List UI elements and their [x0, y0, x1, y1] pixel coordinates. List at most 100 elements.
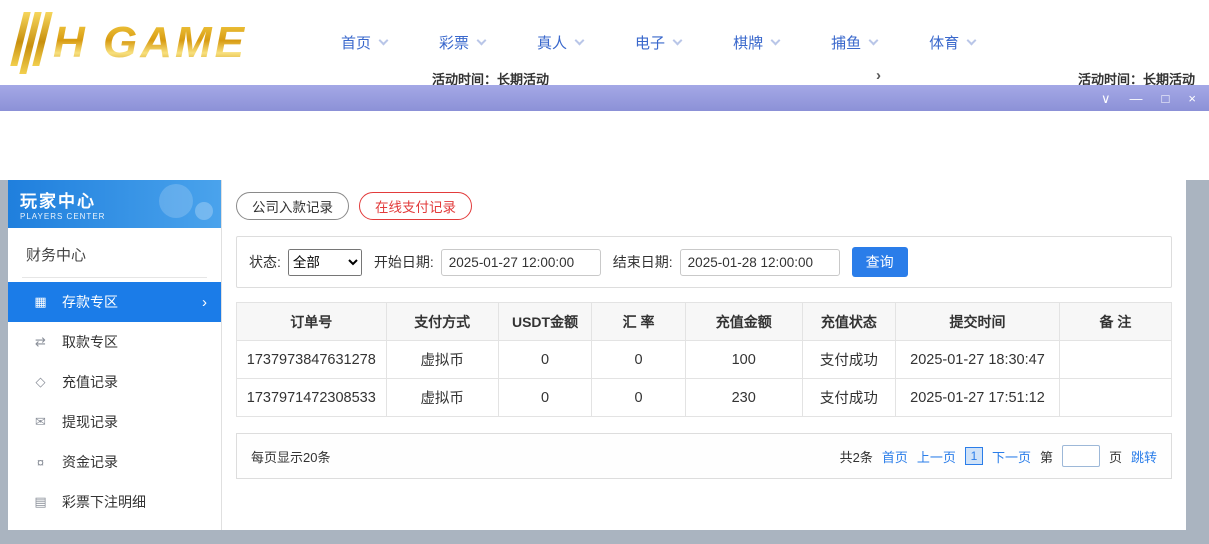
status-select[interactable]: 全部	[288, 249, 362, 276]
cell-rate: 0	[592, 341, 686, 379]
tab-button[interactable]: 在线支付记录	[359, 192, 472, 220]
chevron-down-icon	[575, 36, 585, 46]
logo-text: H GAME	[53, 18, 247, 68]
table-header-cell: 订单号	[237, 303, 387, 341]
sidebar-item-label: 彩票下注明细	[62, 492, 207, 512]
table-row: 1737971472308533 虚拟币 0 0 230 支付成功 2025-0…	[237, 379, 1172, 417]
nav-item-label: 电子	[635, 32, 665, 53]
prev-page-link[interactable]: 上一页	[917, 447, 956, 466]
sidebar-item-icon: ◇	[32, 374, 49, 390]
nav-item[interactable]: 捕鱼	[831, 32, 877, 53]
chevron-down-icon	[379, 36, 389, 46]
nav-item[interactable]: 棋牌	[733, 32, 779, 53]
logo-bars-icon	[8, 12, 52, 74]
sidebar-item-label: 提现记录	[62, 412, 207, 432]
chevron-down-icon	[771, 36, 781, 46]
next-page-link[interactable]: 下一页	[992, 447, 1031, 466]
sidebar-item[interactable]: ◇ 充值记录	[8, 362, 221, 402]
nav-item-label: 彩票	[439, 32, 469, 53]
content-frame: 玩家中心 PLAYERS CENTER 财务中心 ▦ 存款专区 › ⇄ 取款专区…	[0, 180, 1209, 544]
sidebar-item[interactable]: ▤ 彩票下注明细	[8, 482, 221, 522]
chevron-down-icon	[869, 36, 879, 46]
cell-amount: 100	[685, 341, 802, 379]
table-header-row: 订单号支付方式USDT金额汇 率充值金额充值状态提交时间备 注	[237, 303, 1172, 341]
sidebar-item-icon: ✉	[32, 414, 49, 430]
sidebar-item[interactable]: ¤ 资金记录	[8, 442, 221, 482]
window-close-icon[interactable]: ×	[1188, 92, 1196, 105]
jump-link[interactable]: 跳转	[1131, 447, 1157, 466]
query-button[interactable]: 查询	[852, 247, 908, 277]
table-header-cell: 提交时间	[896, 303, 1060, 341]
chevron-right-icon: ›	[202, 294, 207, 311]
tab-button[interactable]: 公司入款记录	[236, 192, 349, 220]
sidebar-header: 玩家中心 PLAYERS CENTER	[8, 180, 221, 228]
table-header-cell: 支付方式	[386, 303, 498, 341]
start-date-label: 开始日期:	[374, 252, 434, 272]
cell-submit-time: 2025-01-27 18:30:47	[896, 341, 1060, 379]
cell-remark	[1059, 341, 1171, 379]
nav-item-label: 真人	[537, 32, 567, 53]
jump-label-pre: 第	[1040, 447, 1053, 466]
sidebar-item-icon: ▦	[32, 294, 49, 310]
table-header-cell: 备 注	[1059, 303, 1171, 341]
table-header-cell: 充值状态	[802, 303, 896, 341]
nav-item-label: 捕鱼	[831, 32, 861, 53]
jump-label-post: 页	[1109, 447, 1122, 466]
cell-amount: 230	[685, 379, 802, 417]
table-header-cell: 汇 率	[592, 303, 686, 341]
cell-submit-time: 2025-01-27 17:51:12	[896, 379, 1060, 417]
sidebar-item[interactable]: ✉ 提现记录	[8, 402, 221, 442]
sidebar-item-icon: ⇄	[32, 334, 49, 350]
player-center-panel: 玩家中心 PLAYERS CENTER 财务中心 ▦ 存款专区 › ⇄ 取款专区…	[8, 180, 1186, 530]
table-body: 1737973847631278 虚拟币 0 0 100 支付成功 2025-0…	[237, 341, 1172, 417]
nav-item[interactable]: 体育	[929, 32, 975, 53]
end-date-input[interactable]	[680, 249, 840, 276]
current-page-indicator[interactable]: 1	[965, 447, 983, 465]
table-header-cell: USDT金额	[498, 303, 592, 341]
window-titlebar[interactable]: ∨ — □ ×	[0, 85, 1209, 111]
chevron-down-icon	[673, 36, 683, 46]
background-activity-text: 活动时间：长期活动	[432, 69, 549, 85]
chevron-down-icon	[967, 36, 977, 46]
sidebar-title: 玩家中心	[20, 187, 209, 212]
sidebar: 玩家中心 PLAYERS CENTER 财务中心 ▦ 存款专区 › ⇄ 取款专区…	[8, 180, 222, 530]
brand-logo[interactable]: H GAME	[16, 12, 301, 74]
pager: 共2条 首页 上一页 1 下一页 第 页 跳转	[840, 445, 1157, 467]
cell-pay-method: 虚拟币	[386, 341, 498, 379]
nav-item-label: 棋牌	[733, 32, 763, 53]
cell-status: 支付成功	[802, 341, 896, 379]
nav-item[interactable]: 首页	[341, 32, 387, 53]
nav-item[interactable]: 彩票	[439, 32, 485, 53]
background-activity-text: 活动时间：长期活动	[1078, 69, 1195, 85]
sidebar-item[interactable]: ▦ 存款专区 ›	[8, 282, 221, 322]
total-count: 共2条	[840, 447, 873, 466]
nav-item[interactable]: 电子	[635, 32, 681, 53]
page-jump-input[interactable]	[1062, 445, 1100, 467]
sidebar-item-icon: ▤	[32, 494, 49, 510]
chevron-down-icon	[477, 36, 487, 46]
pagination-bar: 每页显示20条 共2条 首页 上一页 1 下一页 第 页 跳转	[236, 433, 1172, 479]
window-maximize-icon[interactable]: □	[1162, 92, 1170, 105]
record-tabs: 公司入款记录在线支付记录	[236, 192, 1172, 220]
nav-item-label: 体育	[929, 32, 959, 53]
main-content: 公司入款记录在线支付记录 状态: 全部 开始日期: 结束日期: 查询	[222, 180, 1186, 530]
window-dropdown-icon[interactable]: ∨	[1101, 92, 1111, 105]
start-date-input[interactable]	[441, 249, 601, 276]
records-table: 订单号支付方式USDT金额汇 率充值金额充值状态提交时间备 注 17379738…	[236, 302, 1172, 417]
sidebar-menu: ▦ 存款专区 › ⇄ 取款专区 ◇ 充值记录 ✉ 提现记录	[8, 282, 221, 522]
sidebar-item-label: 存款专区	[62, 292, 202, 312]
nav-item[interactable]: 真人	[537, 32, 583, 53]
cell-usdt-amount: 0	[498, 341, 592, 379]
window-minimize-icon[interactable]: —	[1130, 92, 1143, 105]
nav-item-label: 首页	[341, 32, 371, 53]
cell-order-no: 1737973847631278	[237, 341, 387, 379]
main-nav: 首页 彩票 真人 电子 棋牌 捕鱼 体育	[341, 32, 975, 53]
sidebar-item[interactable]: ⇄ 取款专区	[8, 322, 221, 362]
sidebar-section-label: 财务中心	[22, 238, 207, 278]
sidebar-item-label: 充值记录	[62, 372, 207, 392]
table-header-cell: 充值金额	[685, 303, 802, 341]
first-page-link[interactable]: 首页	[882, 447, 908, 466]
sidebar-item-label: 资金记录	[62, 452, 207, 472]
page: H GAME 首页 彩票 真人 电子 棋牌 捕鱼 体育	[0, 0, 1209, 544]
sidebar-item-icon: ¤	[32, 455, 49, 470]
